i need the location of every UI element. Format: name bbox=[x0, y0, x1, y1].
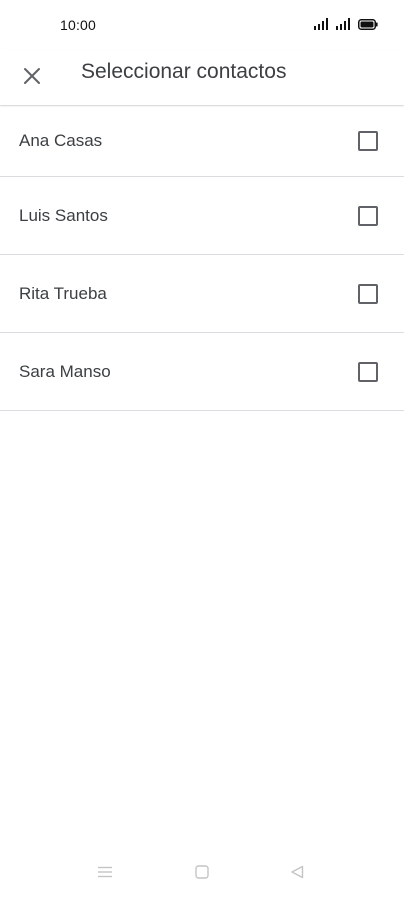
navigation-bar bbox=[0, 847, 404, 897]
app-bar: Seleccionar contactos bbox=[0, 50, 404, 105]
back-icon bbox=[291, 865, 304, 879]
page-title: Seleccionar contactos bbox=[81, 60, 287, 83]
signal-icon-2 bbox=[336, 18, 350, 30]
close-icon bbox=[24, 68, 40, 84]
contact-name: Rita Trueba bbox=[19, 283, 107, 303]
contact-row[interactable]: Sara Manso bbox=[0, 333, 404, 411]
contact-row[interactable]: Luis Santos bbox=[0, 177, 404, 255]
status-bar: 10:00 bbox=[0, 0, 404, 50]
home-icon bbox=[195, 865, 209, 879]
signal-icon bbox=[314, 18, 328, 30]
contact-checkbox[interactable] bbox=[358, 361, 378, 382]
contact-name: Sara Manso bbox=[19, 361, 111, 381]
status-time: 10:00 bbox=[60, 17, 97, 33]
battery-icon bbox=[358, 18, 378, 30]
contact-checkbox[interactable] bbox=[358, 130, 378, 151]
status-icons bbox=[314, 18, 378, 30]
nav-menu-button[interactable] bbox=[94, 861, 116, 883]
contact-checkbox[interactable] bbox=[358, 205, 378, 226]
close-button[interactable] bbox=[12, 56, 52, 96]
menu-icon bbox=[98, 866, 112, 878]
contact-name: Luis Santos bbox=[19, 205, 108, 225]
contact-list: Ana Casas Luis Santos Rita Trueba Sara M… bbox=[0, 105, 404, 411]
nav-back-button[interactable] bbox=[286, 861, 308, 883]
nav-home-button[interactable] bbox=[191, 861, 213, 883]
contact-row[interactable]: Rita Trueba bbox=[0, 255, 404, 333]
contact-row[interactable]: Ana Casas bbox=[0, 105, 404, 177]
contact-name: Ana Casas bbox=[19, 130, 103, 150]
contact-checkbox[interactable] bbox=[358, 283, 378, 304]
